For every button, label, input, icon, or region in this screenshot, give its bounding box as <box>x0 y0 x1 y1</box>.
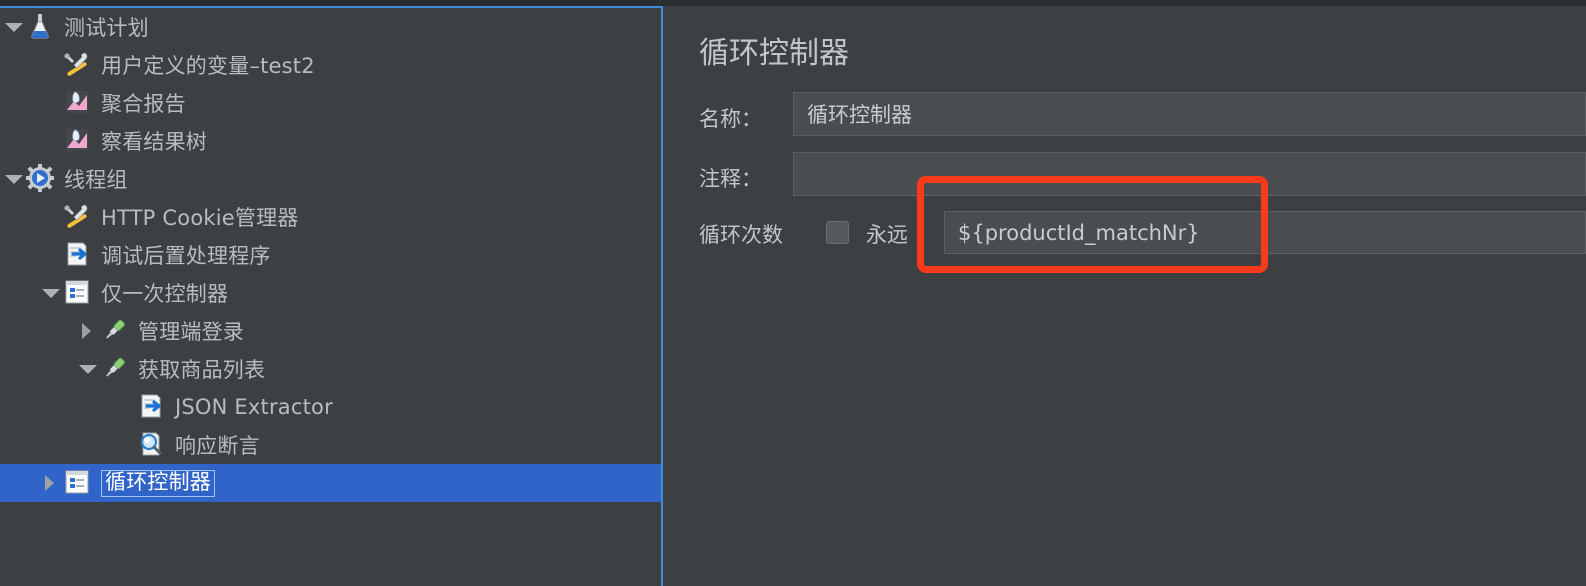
tree-item-label: JSON Extractor <box>175 395 333 419</box>
tree-item-13[interactable]: 循环控制器 <box>0 464 661 502</box>
chevron-down-icon[interactable] <box>37 274 63 312</box>
chevron-right-icon[interactable] <box>37 464 63 502</box>
name-label: 名称： <box>699 107 762 131</box>
tree-item-label: 循环控制器 <box>101 469 215 497</box>
tree-item-label: 响应断言 <box>175 434 260 458</box>
page-title: 循环控制器 <box>699 36 849 71</box>
listener-chart-icon <box>63 88 93 118</box>
forever-label: 永远 <box>866 223 908 247</box>
tree-item-11[interactable]: JSON Extractor <box>0 388 661 426</box>
tree-item-8[interactable]: 仅一次控制器 <box>0 274 661 312</box>
config-element-tools-icon <box>63 50 93 80</box>
test-plan-tree[interactable]: 测试计划用户定义的变量–test2 聚合报告察看结果树线程组 HTTP Cookie… <box>0 8 661 502</box>
tree-item-9[interactable]: 管理端登录 <box>0 312 661 350</box>
loop-count-input[interactable]: ${productId_matchNr} <box>944 211 1586 254</box>
tree-item-2[interactable]: 用户定义的变量–test2 <box>0 46 661 84</box>
tree-item-label: 获取商品列表 <box>138 358 266 382</box>
tree-item-3[interactable]: 聚合报告 <box>0 84 661 122</box>
tree-item-12[interactable]: 响应断言 <box>0 426 661 464</box>
tree-item-label: 用户定义的变量–test2 <box>101 54 315 78</box>
tree-item-label: 线程组 <box>64 168 128 192</box>
test-plan-tree-panel[interactable]: 测试计划用户定义的变量–test2 聚合报告察看结果树线程组 HTTP Cookie… <box>0 6 663 586</box>
tree-item-1[interactable]: 测试计划 <box>0 8 661 46</box>
post-processor-icon <box>63 240 93 270</box>
listener-chart-icon <box>63 126 93 156</box>
name-input[interactable]: 循环控制器 <box>793 92 1586 136</box>
tree-item-label: 测试计划 <box>64 16 149 40</box>
controller-icon <box>63 468 93 498</box>
chevron-right-icon[interactable] <box>74 312 100 350</box>
tree-item-label: HTTP Cookie管理器 <box>101 206 299 230</box>
tree-item-5[interactable]: 线程组 <box>0 160 661 198</box>
test-plan-flask-icon <box>26 12 56 42</box>
http-sampler-icon <box>100 316 130 346</box>
assertion-magnifier-icon <box>137 430 167 460</box>
http-sampler-icon <box>100 354 130 384</box>
tree-item-label: 调试后置处理程序 <box>101 244 271 268</box>
config-element-tools-icon <box>63 202 93 232</box>
tree-item-10[interactable]: 获取商品列表 <box>0 350 661 388</box>
chevron-down-icon[interactable] <box>0 8 26 46</box>
chevron-down-icon[interactable] <box>0 160 26 198</box>
forever-checkbox[interactable] <box>826 221 849 244</box>
tree-item-label: 聚合报告 <box>101 92 186 116</box>
thread-group-gear-icon <box>26 164 56 194</box>
loop-count-label: 循环次数 <box>699 223 783 247</box>
controller-icon <box>63 278 93 308</box>
comment-label: 注释： <box>699 167 762 191</box>
comment-input[interactable] <box>793 152 1586 196</box>
tree-item-label: 察看结果树 <box>101 130 207 154</box>
tree-item-label: 仅一次控制器 <box>101 282 229 306</box>
jmeter-window: 测试计划用户定义的变量–test2 聚合报告察看结果树线程组 HTTP Cookie… <box>0 0 1586 586</box>
tree-item-label: 管理端登录 <box>138 320 244 344</box>
tree-item-6[interactable]: HTTP Cookie管理器 <box>0 198 661 236</box>
post-processor-icon <box>137 392 167 422</box>
tree-item-7[interactable]: 调试后置处理程序 <box>0 236 661 274</box>
chevron-down-icon[interactable] <box>74 350 100 388</box>
loop-controller-detail-panel: 循环控制器 名称： 循环控制器 注释： 循环次数 永远 ${productId_… <box>665 6 1586 586</box>
tree-item-4[interactable]: 察看结果树 <box>0 122 661 160</box>
